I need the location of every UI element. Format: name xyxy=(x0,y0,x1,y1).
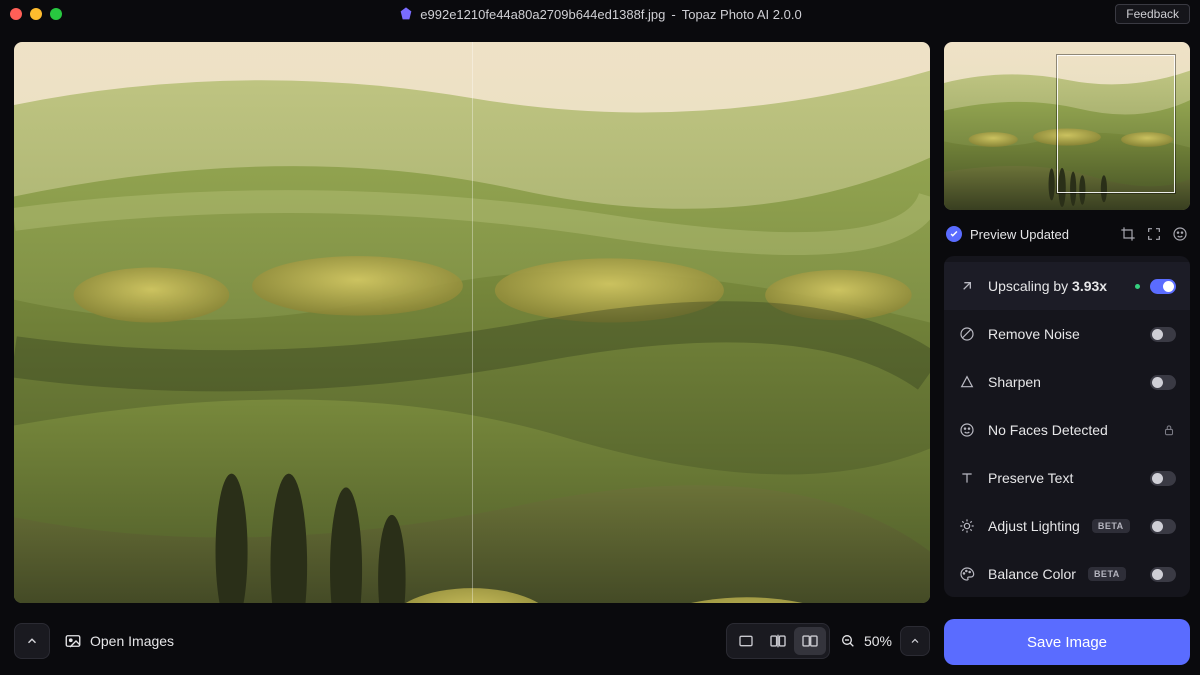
maximize-window-icon[interactable] xyxy=(50,8,62,20)
enhancement-sharpen-row[interactable]: Sharpen xyxy=(944,358,1190,406)
enhancement-upscale-toggle[interactable] xyxy=(1150,279,1176,294)
preview-canvas[interactable] xyxy=(14,42,930,603)
text-icon xyxy=(958,469,976,487)
title-app: Topaz Photo AI 2.0.0 xyxy=(682,7,802,22)
enhancement-text-label: Preserve Text xyxy=(988,470,1073,486)
palette-icon xyxy=(958,565,976,583)
enhancement-upscale-label: Upscaling by 3.93x xyxy=(988,278,1107,294)
enhancement-text-toggle[interactable] xyxy=(1150,471,1176,486)
beta-badge: BETA xyxy=(1092,519,1130,533)
collapse-up-button[interactable] xyxy=(14,623,50,659)
enhancement-noise-row[interactable]: Remove Noise xyxy=(944,310,1190,358)
enhancement-light-toggle[interactable] xyxy=(1150,519,1176,534)
enhancement-text-row[interactable]: Preserve Text xyxy=(944,454,1190,502)
open-images-label: Open Images xyxy=(90,633,174,649)
enhancement-sharpen-toggle[interactable] xyxy=(1150,375,1176,390)
zoom-control: 50% xyxy=(840,626,930,656)
status-check-icon xyxy=(946,226,962,242)
split-divider[interactable] xyxy=(472,42,473,603)
enhancement-light-row[interactable]: Adjust Lighting BETA xyxy=(944,502,1190,550)
viewmode-split-button[interactable] xyxy=(762,627,794,655)
bottom-toolbar: Open Images 50% xyxy=(14,617,930,665)
fullscreen-icon[interactable] xyxy=(1146,226,1162,242)
open-images-button[interactable]: Open Images xyxy=(60,632,174,650)
lock-icon xyxy=(1162,423,1176,437)
crop-icon[interactable] xyxy=(1120,226,1136,242)
enhancement-noise-toggle[interactable] xyxy=(1150,327,1176,342)
sun-icon xyxy=(958,517,976,535)
face-icon xyxy=(958,421,976,439)
feedback-button[interactable]: Feedback xyxy=(1115,4,1190,24)
active-indicator-dot xyxy=(1135,284,1140,289)
preview-status-row: Preview Updated xyxy=(944,222,1190,244)
title-filename: e992e1210fe44a80a2709b644ed1388f.jpg xyxy=(420,7,665,22)
title-separator: - xyxy=(671,7,675,22)
window-title: e992e1210fe44a80a2709b644ed1388f.jpg - T… xyxy=(0,6,1200,22)
navigator-thumbnail[interactable] xyxy=(944,42,1190,210)
enhancement-sharpen-label: Sharpen xyxy=(988,374,1041,390)
enhancement-noise-label: Remove Noise xyxy=(988,326,1080,342)
face-status-icon[interactable] xyxy=(1172,226,1188,242)
enhancements-panel: Upscaling by 3.93x Remove Noise Sharpen No … xyxy=(944,256,1190,597)
enhancement-faces-row[interactable]: No Faces Detected xyxy=(944,406,1190,454)
viewmode-sidebyside-button[interactable] xyxy=(794,627,826,655)
image-icon xyxy=(64,632,82,650)
viewmode-single-button[interactable] xyxy=(730,627,762,655)
enhancement-color-row[interactable]: Balance Color BETA xyxy=(944,550,1190,597)
enhancement-color-toggle[interactable] xyxy=(1150,567,1176,582)
upscale-icon xyxy=(958,277,976,295)
zoom-value[interactable]: 50% xyxy=(864,633,892,649)
preview-status-text: Preview Updated xyxy=(970,227,1069,242)
enhancement-faces-label: No Faces Detected xyxy=(988,422,1108,438)
sharpen-icon xyxy=(958,373,976,391)
minimize-window-icon[interactable] xyxy=(30,8,42,20)
noise-icon xyxy=(958,325,976,343)
navigator-viewport-rect[interactable] xyxy=(1057,55,1175,193)
window-controls[interactable] xyxy=(10,8,62,20)
zoom-menu-button[interactable] xyxy=(900,626,930,656)
enhancement-upscale-row[interactable]: Upscaling by 3.93x xyxy=(944,262,1190,310)
view-mode-group xyxy=(726,623,830,659)
save-image-label: Save Image xyxy=(1027,634,1107,651)
close-window-icon[interactable] xyxy=(10,8,22,20)
app-icon xyxy=(398,6,414,22)
zoom-out-icon[interactable] xyxy=(840,633,856,649)
titlebar: e992e1210fe44a80a2709b644ed1388f.jpg - T… xyxy=(0,0,1200,28)
beta-badge: BETA xyxy=(1088,567,1126,581)
save-image-button[interactable]: Save Image xyxy=(944,619,1190,665)
enhancement-light-label: Adjust Lighting xyxy=(988,518,1080,534)
enhancement-color-label: Balance Color xyxy=(988,566,1076,582)
